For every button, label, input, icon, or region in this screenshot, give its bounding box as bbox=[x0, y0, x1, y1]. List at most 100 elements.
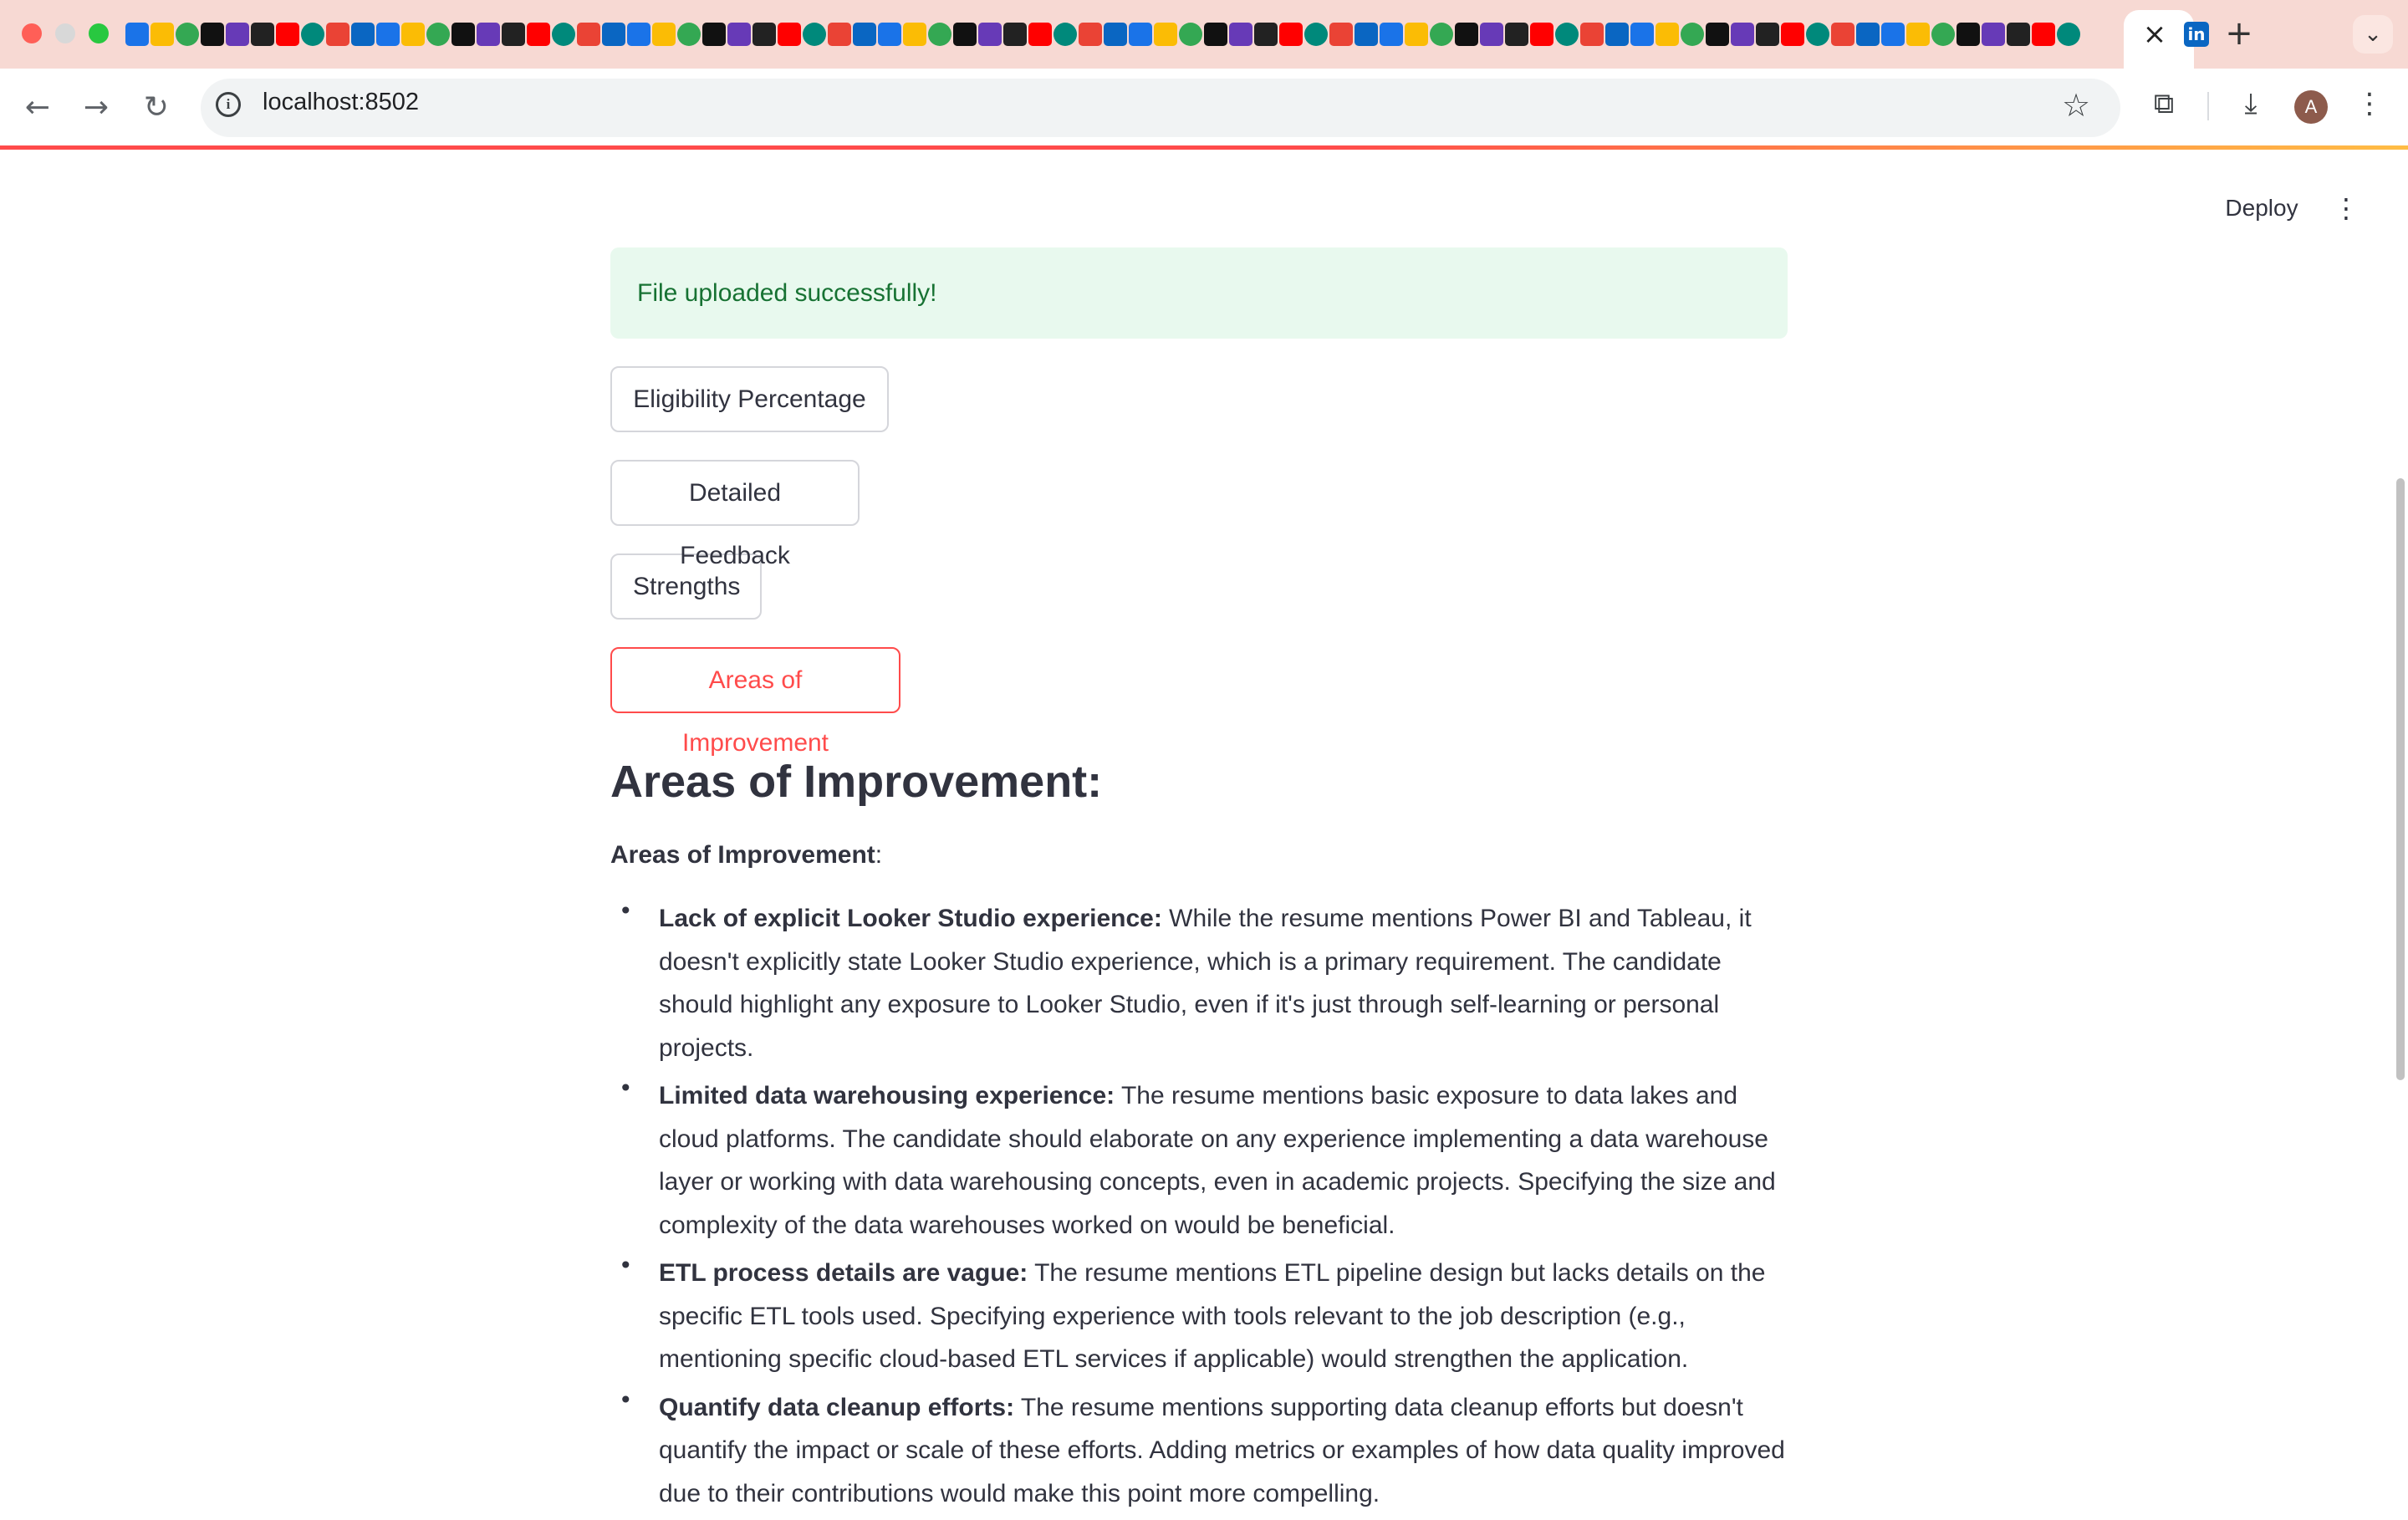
tab-favicon-icon[interactable] bbox=[1580, 23, 1604, 46]
tab-favicon-icon[interactable] bbox=[1179, 23, 1202, 46]
tab-favicon-icon[interactable] bbox=[1831, 23, 1854, 46]
tab-favicon-icon[interactable] bbox=[1028, 23, 1052, 46]
tab-favicon-icon[interactable] bbox=[1505, 23, 1528, 46]
address-bar[interactable] bbox=[201, 79, 2120, 137]
tab-favicon-icon[interactable] bbox=[251, 23, 274, 46]
tab-favicon-icon[interactable] bbox=[351, 23, 375, 46]
tab-favicon-icon[interactable] bbox=[752, 23, 776, 46]
tab-favicon-icon[interactable] bbox=[928, 23, 951, 46]
tab-search-button[interactable]: ⌄ bbox=[2353, 15, 2393, 54]
tab-favicon-icon[interactable] bbox=[978, 23, 1002, 46]
tab-favicon-icon[interactable] bbox=[1430, 23, 1453, 46]
tab-favicon-icon[interactable] bbox=[150, 23, 174, 46]
tab-favicon-icon[interactable] bbox=[502, 23, 525, 46]
tab-favicon-icon[interactable] bbox=[627, 23, 650, 46]
tab-favicon-icon[interactable] bbox=[1630, 23, 1654, 46]
tab-favicon-icon[interactable] bbox=[1354, 23, 1378, 46]
tab-favicon-icon[interactable] bbox=[1681, 23, 1704, 46]
bookmark-star-icon[interactable]: ☆ bbox=[2062, 87, 2090, 124]
detailed-feedback-button[interactable]: Detailed Feedback bbox=[610, 460, 860, 569]
tab-favicon-icon[interactable] bbox=[1706, 23, 1729, 46]
tab-favicon-icon[interactable] bbox=[1455, 23, 1478, 46]
tab-favicon-icon[interactable] bbox=[1304, 23, 1328, 46]
tab-favicon-icon[interactable] bbox=[1956, 23, 1980, 46]
tab-favicon-icon[interactable] bbox=[2007, 23, 2030, 46]
tab-favicon-icon[interactable] bbox=[577, 23, 600, 46]
tab-favicon-icon[interactable] bbox=[1931, 23, 1955, 46]
tab-favicon-icon[interactable] bbox=[1756, 23, 1779, 46]
tab-favicon-icon[interactable] bbox=[1881, 23, 1905, 46]
tab-favicon-icon[interactable] bbox=[1555, 23, 1579, 46]
tab-favicon-icon[interactable] bbox=[1530, 23, 1553, 46]
tab-favicon-icon[interactable] bbox=[803, 23, 826, 46]
maximize-window-button[interactable] bbox=[89, 23, 109, 43]
tab-favicon-icon[interactable] bbox=[1605, 23, 1629, 46]
tab-favicon-icon[interactable] bbox=[1480, 23, 1503, 46]
tab-favicon-icon[interactable] bbox=[1079, 23, 1102, 46]
tab-favicon-icon[interactable] bbox=[602, 23, 625, 46]
tab-favicon-icon[interactable] bbox=[828, 23, 851, 46]
tab-favicon-icon[interactable] bbox=[376, 23, 400, 46]
tab-favicon-icon[interactable] bbox=[1129, 23, 1152, 46]
linkedin-tab-icon[interactable]: in bbox=[2184, 22, 2209, 47]
tab-favicon-icon[interactable] bbox=[2032, 23, 2055, 46]
tab-favicon-icon[interactable] bbox=[1229, 23, 1252, 46]
site-info-icon[interactable]: i bbox=[216, 92, 241, 117]
reload-icon[interactable]: ↻ bbox=[135, 87, 177, 129]
tab-favicon-icon[interactable] bbox=[1405, 23, 1428, 46]
main-menu-icon[interactable]: ⋮ bbox=[2329, 189, 2363, 227]
tab-favicon-icon[interactable] bbox=[1279, 23, 1303, 46]
close-icon[interactable]: × bbox=[2139, 18, 2171, 50]
tab-favicon-icon[interactable] bbox=[326, 23, 349, 46]
tab-favicon-icon[interactable] bbox=[276, 23, 299, 46]
tab-favicon-icon[interactable] bbox=[401, 23, 425, 46]
forward-arrow-icon[interactable]: → bbox=[75, 87, 117, 129]
strengths-button[interactable]: Strengths bbox=[610, 553, 762, 620]
tab-favicon-icon[interactable] bbox=[201, 23, 224, 46]
url-text[interactable]: localhost:8502 bbox=[263, 89, 419, 116]
eligibility-percentage-button[interactable]: Eligibility Percentage bbox=[610, 366, 889, 432]
tab-favicon-icon[interactable] bbox=[1104, 23, 1127, 46]
tab-favicon-icon[interactable] bbox=[1856, 23, 1880, 46]
tab-favicon-icon[interactable] bbox=[1380, 23, 1403, 46]
tab-favicon-icon[interactable] bbox=[301, 23, 324, 46]
back-arrow-icon[interactable]: ← bbox=[17, 87, 59, 129]
tab-favicon-icon[interactable] bbox=[527, 23, 550, 46]
pinned-tab-favicons[interactable] bbox=[125, 18, 2107, 50]
extensions-puzzle-icon[interactable]: ⧉ bbox=[2147, 87, 2181, 120]
tab-favicon-icon[interactable] bbox=[1982, 23, 2005, 46]
tab-favicon-icon[interactable] bbox=[426, 23, 450, 46]
areas-of-improvement-button[interactable]: Areas of Improvement bbox=[610, 647, 900, 757]
new-tab-button[interactable]: + bbox=[2221, 15, 2258, 52]
tab-favicon-icon[interactable] bbox=[702, 23, 726, 46]
tab-favicon-icon[interactable] bbox=[552, 23, 575, 46]
tab-favicon-icon[interactable] bbox=[477, 23, 500, 46]
tab-favicon-icon[interactable] bbox=[1781, 23, 1804, 46]
tab-favicon-icon[interactable] bbox=[1906, 23, 1930, 46]
tab-favicon-icon[interactable] bbox=[176, 23, 199, 46]
profile-avatar[interactable]: A bbox=[2294, 90, 2328, 124]
tab-favicon-icon[interactable] bbox=[452, 23, 475, 46]
close-window-button[interactable] bbox=[22, 23, 42, 43]
deploy-button[interactable]: Deploy bbox=[2207, 189, 2316, 227]
tab-favicon-icon[interactable] bbox=[1656, 23, 1679, 46]
page-scrollbar[interactable] bbox=[2396, 478, 2405, 1080]
tab-favicon-icon[interactable] bbox=[903, 23, 926, 46]
tab-favicon-icon[interactable] bbox=[226, 23, 249, 46]
tab-favicon-icon[interactable] bbox=[1054, 23, 1077, 46]
tab-favicon-icon[interactable] bbox=[1154, 23, 1177, 46]
download-icon[interactable]: ⤓ bbox=[2234, 87, 2268, 120]
tab-favicon-icon[interactable] bbox=[125, 23, 149, 46]
tab-favicon-icon[interactable] bbox=[953, 23, 977, 46]
tab-favicon-icon[interactable] bbox=[853, 23, 876, 46]
browser-menu-icon[interactable]: ⋮ bbox=[2353, 87, 2386, 120]
tab-favicon-icon[interactable] bbox=[1254, 23, 1278, 46]
tab-favicon-icon[interactable] bbox=[652, 23, 676, 46]
tab-favicon-icon[interactable] bbox=[677, 23, 701, 46]
tab-favicon-icon[interactable] bbox=[1204, 23, 1227, 46]
tab-favicon-icon[interactable] bbox=[1731, 23, 1754, 46]
tab-favicon-icon[interactable] bbox=[727, 23, 751, 46]
tab-favicon-icon[interactable] bbox=[778, 23, 801, 46]
tab-favicon-icon[interactable] bbox=[878, 23, 901, 46]
tab-favicon-icon[interactable] bbox=[1329, 23, 1353, 46]
